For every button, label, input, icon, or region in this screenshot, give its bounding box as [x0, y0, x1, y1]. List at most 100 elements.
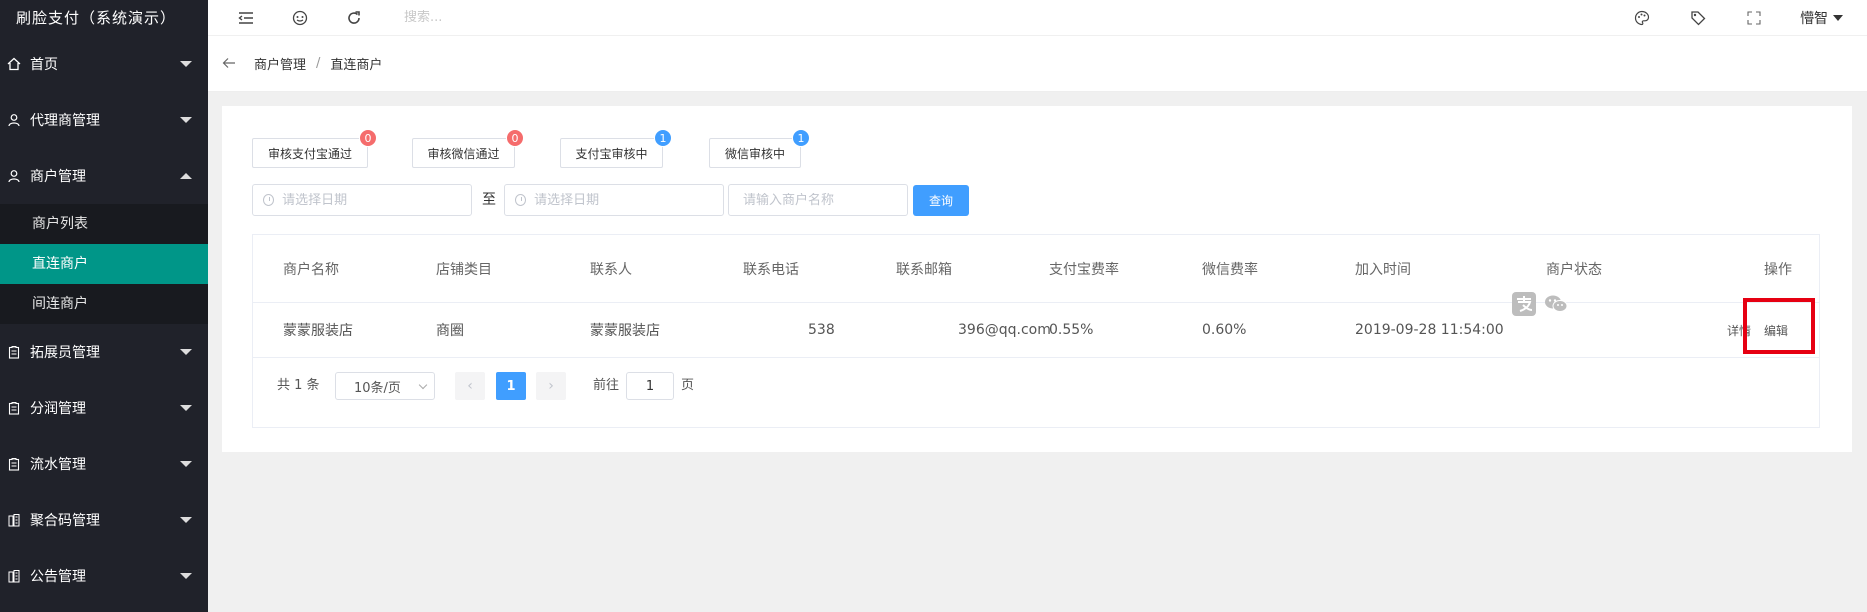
sidebar-item-announcements[interactable]: 公告管理 — [0, 548, 208, 604]
user-name: 懵智 — [1800, 10, 1828, 27]
cell-merchant-name: 蒙蒙服装店 — [283, 323, 353, 339]
sidebar-item-merchant-list[interactable]: 商户列表 — [0, 204, 208, 244]
face-icon[interactable] — [290, 8, 310, 28]
date-range-separator: 至 — [482, 192, 496, 208]
sidebar-item-merchants[interactable]: 商户管理 — [0, 148, 208, 204]
clipboard-icon — [6, 344, 22, 360]
chevron-down-icon — [418, 380, 428, 390]
stat-wechat-pending-button[interactable]: 微信审核中 1 — [709, 129, 810, 168]
stat-label: 微信审核中 — [724, 146, 785, 161]
breadcrumb-separator: / — [316, 56, 321, 71]
chevron-down-icon — [1833, 14, 1843, 21]
breadcrumb-bar: 商户管理 / 直连商户 — [208, 36, 1867, 92]
cell-contact: 蒙蒙服装店 — [590, 323, 660, 339]
pagination-total: 共 1 条 — [277, 377, 320, 393]
table-row: 蒙蒙服装店 商圈 蒙蒙服装店 538 396@qq.com 0.55% 0.60… — [253, 292, 1819, 358]
start-date-input[interactable] — [282, 192, 471, 208]
sidebar-item-agents[interactable]: 代理商管理 — [0, 92, 208, 148]
stat-badge: 0 — [506, 129, 524, 147]
user-menu[interactable]: 懵智 — [1800, 8, 1843, 28]
tag-icon[interactable] — [1688, 8, 1708, 28]
user-icon — [6, 168, 22, 184]
stat-badge: 1 — [792, 129, 810, 147]
merchant-name-field[interactable] — [728, 184, 908, 216]
breadcrumb-parent[interactable]: 商户管理 — [254, 54, 306, 73]
page-number-button[interactable]: 1 — [496, 372, 526, 400]
start-date-field[interactable] — [252, 184, 472, 216]
chevron-right-icon: › — [548, 378, 554, 394]
submenu-merchants: 商户列表 直连商户 间连商户 — [0, 204, 208, 324]
stat-wechat-approved-button[interactable]: 审核微信通过 0 — [412, 129, 524, 168]
fullscreen-icon[interactable] — [1744, 8, 1764, 28]
sidebar-item-promoters[interactable]: 拓展员管理 — [0, 324, 208, 380]
sidebar-item-label: 公告管理 — [30, 569, 86, 585]
goto-suffix: 页 — [681, 377, 695, 393]
column-header: 联系电话 — [743, 261, 799, 278]
column-header: 商户名称 — [283, 261, 339, 278]
sidebar-item-transactions[interactable]: 流水管理 — [0, 436, 208, 492]
chevron-down-icon — [180, 405, 192, 411]
stat-alipay-approved-button[interactable]: 审核支付宝通过 0 — [252, 129, 377, 168]
end-date-field[interactable] — [504, 184, 724, 216]
query-button[interactable]: 查询 — [913, 185, 969, 216]
sidebar-item-direct-merchants[interactable]: 直连商户 — [0, 244, 208, 284]
sidebar-item-label: 分润管理 — [30, 401, 86, 417]
page-size-select[interactable]: 10条/页 — [335, 372, 435, 400]
stat-badge: 0 — [359, 129, 377, 147]
back-arrow-icon[interactable] — [222, 54, 236, 73]
sidebar-item-label: 聚合码管理 — [30, 513, 100, 529]
column-header: 商户状态 — [1546, 261, 1602, 278]
cell-status — [1511, 291, 1569, 317]
search-input[interactable] — [404, 10, 604, 25]
app-brand: 刷脸支付（系统演示） — [0, 0, 208, 36]
building-icon — [6, 568, 22, 584]
collapse-menu-icon[interactable] — [236, 8, 256, 28]
stat-label: 支付宝审核中 — [575, 146, 648, 161]
stat-label: 审核支付宝通过 — [267, 146, 352, 161]
stat-badge: 1 — [654, 129, 672, 147]
sidebar: 刷脸支付（系统演示） 首页 代理商管理 商户管理 商户列表 直连商户 间连商户 … — [0, 0, 208, 612]
highlight-annotation — [1743, 298, 1815, 354]
merchant-name-input[interactable] — [743, 192, 907, 208]
sidebar-item-indirect-merchants[interactable]: 间连商户 — [0, 284, 208, 324]
goto-prefix: 前往 — [593, 377, 620, 393]
main-card: 审核支付宝通过 0 审核微信通过 0 支付宝审核中 1 微信审核中 1 至 查询… — [222, 106, 1852, 452]
column-header: 联系人 — [590, 261, 632, 278]
clipboard-icon — [6, 400, 22, 416]
chevron-down-icon — [180, 461, 192, 467]
chevron-left-icon: ‹ — [467, 378, 473, 394]
column-header: 操作 — [1764, 261, 1792, 278]
sidebar-item-profit-sharing[interactable]: 分润管理 — [0, 380, 208, 436]
cell-category: 商圈 — [436, 323, 464, 339]
page-size-value: 10条/页 — [354, 380, 401, 396]
column-header: 微信费率 — [1202, 261, 1258, 278]
sidebar-item-home[interactable]: 首页 — [0, 36, 208, 92]
goto-page-input[interactable] — [626, 372, 674, 400]
prev-page-button[interactable]: ‹ — [455, 372, 485, 400]
cell-join-time: 2019-09-28 11:54:00 — [1355, 322, 1504, 338]
cell-phone: 538 — [808, 322, 835, 338]
column-header: 联系邮箱 — [896, 261, 952, 278]
chevron-down-icon — [180, 117, 192, 123]
stat-label: 审核微信通过 — [427, 146, 500, 161]
stat-alipay-pending-button[interactable]: 支付宝审核中 1 — [560, 129, 672, 168]
next-page-button[interactable]: › — [536, 372, 566, 400]
clock-icon — [263, 194, 275, 206]
pagination: 共 1 条 10条/页 ‹ 1 › 前往 页 — [253, 358, 1819, 408]
sidebar-item-aggregate-codes[interactable]: 聚合码管理 — [0, 492, 208, 548]
cell-alipay-rate: 0.55% — [1049, 322, 1094, 338]
refresh-icon[interactable] — [344, 8, 364, 28]
user-icon — [6, 112, 22, 128]
wechat-icon — [1543, 291, 1569, 317]
merchant-table: 商户名称 店铺类目 联系人 联系电话 联系邮箱 支付宝费率 微信费率 加入时间 … — [252, 234, 1820, 428]
cell-wechat-rate: 0.60% — [1202, 322, 1247, 338]
chevron-down-icon — [180, 573, 192, 579]
chevron-up-icon — [180, 173, 192, 179]
end-date-input[interactable] — [534, 192, 723, 208]
breadcrumb-current: 直连商户 — [330, 58, 383, 73]
column-header: 支付宝费率 — [1049, 261, 1119, 278]
theme-palette-icon[interactable] — [1632, 8, 1652, 28]
column-header: 店铺类目 — [436, 261, 492, 278]
sidebar-item-label: 流水管理 — [30, 457, 86, 473]
home-icon — [6, 56, 22, 72]
